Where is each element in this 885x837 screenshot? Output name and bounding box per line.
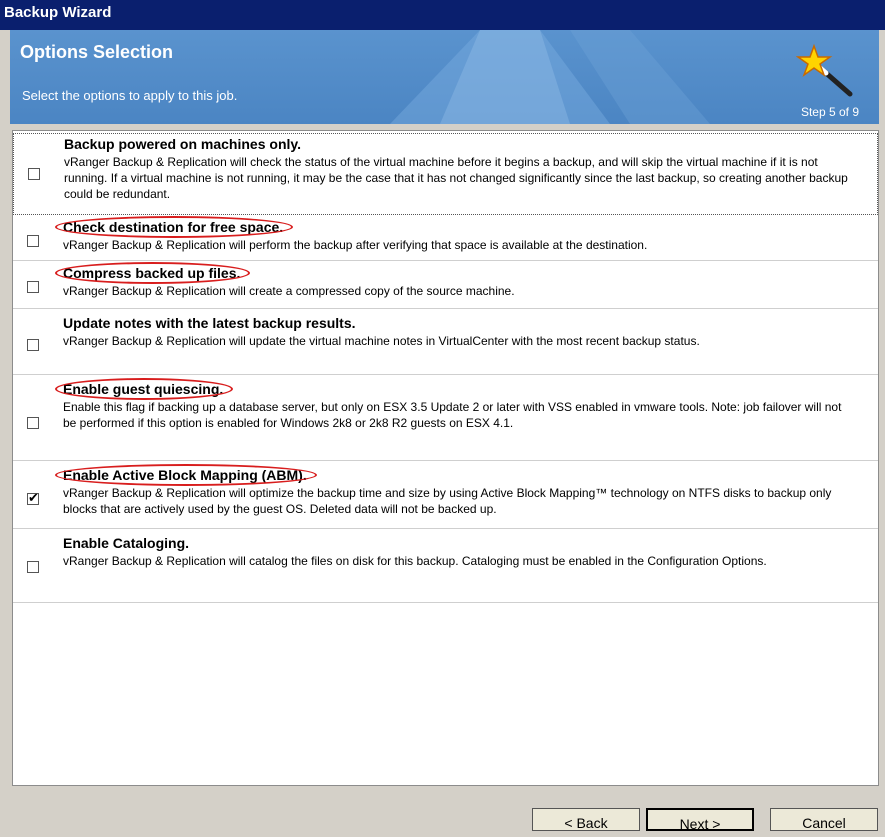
checkbox-update-notes[interactable] — [27, 339, 39, 351]
checkbox-compress-files[interactable] — [27, 281, 39, 293]
wizard-header: Options Selection Select the options to … — [10, 30, 879, 124]
option-update-notes[interactable]: Update notes with the latest backup resu… — [13, 313, 878, 375]
option-enable-cataloging[interactable]: Enable Cataloging. vRanger Backup & Repl… — [13, 533, 878, 603]
option-title: Check destination for free space. — [54, 216, 294, 238]
option-active-block-mapping[interactable]: ✔ Enable Active Block Mapping (ABM). vRa… — [13, 464, 878, 529]
option-description: vRanger Backup & Replication will update… — [63, 334, 700, 348]
option-description: vRanger Backup & Replication will optimi… — [63, 486, 832, 516]
option-description: vRanger Backup & Replication will check … — [64, 155, 848, 201]
next-button[interactable]: Next > — [646, 808, 754, 832]
step-indicator: Step 5 of 9 — [800, 105, 859, 119]
cancel-button[interactable]: Cancel — [770, 808, 878, 831]
checkbox-enable-cataloging[interactable] — [27, 561, 39, 573]
option-title: Compress backed up files. — [54, 262, 251, 284]
checkbox-active-block-mapping[interactable]: ✔ — [27, 490, 39, 505]
option-title: Backup powered on machines only. — [64, 136, 302, 152]
option-description: vRanger Backup & Replication will perfor… — [63, 238, 648, 252]
option-backup-powered-on[interactable]: Backup powered on machines only. vRanger… — [13, 133, 878, 215]
option-description: vRanger Backup & Replication will create… — [63, 284, 515, 298]
options-list: Backup powered on machines only. vRanger… — [12, 130, 879, 786]
option-guest-quiescing[interactable]: Enable guest quiescing. Enable this flag… — [13, 378, 878, 461]
option-title: Enable Cataloging. — [63, 535, 190, 551]
option-title: Enable guest quiescing. — [54, 378, 234, 400]
option-title: Update notes with the latest backup resu… — [63, 315, 356, 331]
magic-wand-icon — [796, 43, 853, 97]
checkbox-backup-powered-on[interactable] — [28, 168, 40, 180]
header-subtitle: Select the options to apply to this job. — [22, 88, 238, 103]
option-compress-files[interactable]: Compress backed up files. vRanger Backup… — [13, 262, 878, 309]
checkbox-guest-quiescing[interactable] — [27, 417, 39, 429]
window-title: Backup Wizard — [0, 0, 885, 30]
header-title: Options Selection — [20, 42, 174, 62]
option-description: vRanger Backup & Replication will catalo… — [63, 554, 767, 568]
checkmark-icon: ✔ — [28, 490, 39, 505]
option-title: Enable Active Block Mapping (ABM). — [55, 464, 317, 486]
back-button[interactable]: < Back — [532, 808, 640, 831]
option-description: Enable this flag if backing up a databas… — [63, 400, 842, 430]
checkbox-check-free-space[interactable] — [27, 235, 39, 247]
option-check-free-space[interactable]: Check destination for free space. vRange… — [13, 216, 878, 261]
